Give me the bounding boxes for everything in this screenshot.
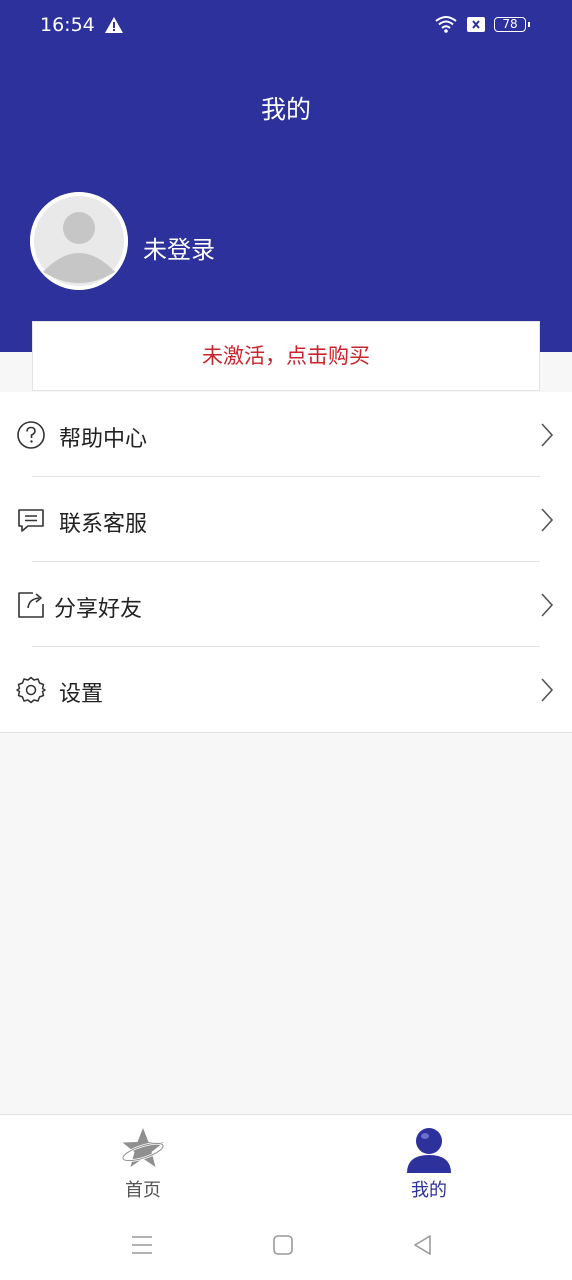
menu-label: 分享好友 [54, 597, 143, 622]
share-icon [18, 592, 44, 618]
chevron-right-icon [541, 593, 554, 617]
activate-purchase-button[interactable]: 未激活，点击购买 [32, 321, 540, 391]
status-bar: 16:54 78 [0, 0, 572, 52]
menu-item-settings[interactable]: 设置 [0, 647, 572, 732]
person-icon [407, 1128, 451, 1173]
status-time: 16:54 [40, 14, 95, 36]
menu-label: 设置 [59, 682, 104, 707]
chevron-right-icon [541, 508, 554, 532]
username-label[interactable]: 未登录 [143, 230, 215, 265]
tab-me-label: 我的 [411, 1180, 447, 1201]
tab-home[interactable]: 首页 [83, 1115, 203, 1211]
profile-header: 16:54 78 我的 未登录 [0, 0, 572, 352]
menu-item-contact-service[interactable]: 联系客服 [0, 477, 572, 562]
tab-me[interactable]: 我的 [369, 1115, 489, 1211]
page-title: 我的 [260, 95, 311, 124]
gear-icon [16, 676, 46, 704]
chat-icon [18, 509, 44, 532]
no-sim-icon [467, 17, 485, 32]
back-triangle-icon[interactable] [410, 1232, 436, 1258]
chevron-right-icon [541, 423, 554, 447]
wifi-icon [435, 16, 457, 33]
chevron-right-icon [541, 678, 554, 702]
menu-item-help-center[interactable]: 帮助中心 [0, 392, 572, 477]
menu-icon[interactable] [129, 1232, 155, 1258]
system-navigation-bar [0, 1210, 572, 1280]
warning-icon [105, 17, 123, 33]
bottom-tab-bar: 首页 我的 [0, 1114, 572, 1211]
help-circle-icon [17, 421, 45, 449]
settings-menu: 帮助中心 联系客服 分享好友 设置 [0, 392, 572, 733]
avatar[interactable] [30, 192, 128, 290]
avatar-placeholder-icon [30, 192, 128, 290]
star-planet-icon [121, 1128, 165, 1167]
tab-home-label: 首页 [125, 1180, 161, 1201]
menu-label: 联系客服 [59, 512, 148, 537]
menu-item-share-friends[interactable]: 分享好友 [0, 562, 572, 647]
battery-indicator: 78 [494, 17, 530, 32]
home-square-icon[interactable] [270, 1232, 296, 1258]
menu-label: 帮助中心 [59, 427, 148, 452]
